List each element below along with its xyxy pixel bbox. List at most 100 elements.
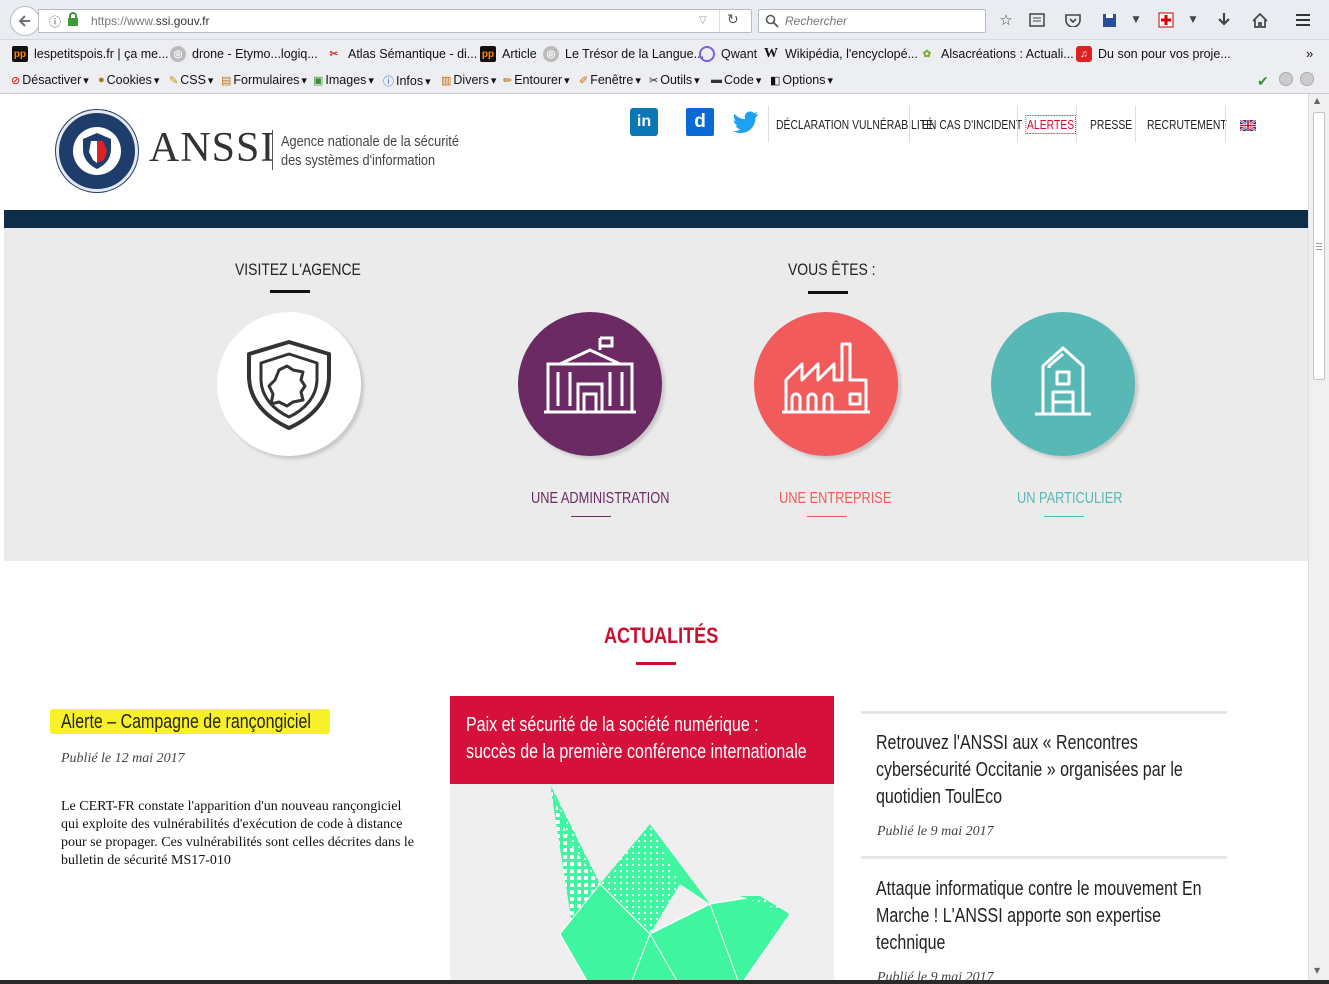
card-divider — [861, 711, 1227, 714]
nav-recrutement[interactable]: RECRUTEMENT — [1147, 106, 1247, 142]
reading-list-icon[interactable] — [1027, 10, 1047, 30]
brand-separator — [272, 130, 273, 170]
images-icon: ▣ — [313, 74, 324, 87]
padlock-icon[interactable] — [67, 12, 79, 29]
bookmark-item[interactable]: pp Article — [480, 46, 537, 62]
audience-particulier-label[interactable]: UN PARTICULIER — [1017, 490, 1149, 508]
uk-flag-icon[interactable] — [1239, 116, 1257, 135]
search-icon — [765, 13, 779, 32]
cookie-icon: ● — [98, 74, 105, 86]
first-aid-dropdown-icon[interactable]: ▼ — [1183, 10, 1203, 30]
featured-article-title[interactable]: Paix et sécurité de la société numérique… — [466, 712, 834, 766]
label-underline — [807, 516, 847, 517]
status-dot-icon[interactable] — [1279, 72, 1293, 86]
audience-administration-label[interactable]: UNE ADMINISTRATION — [531, 490, 704, 508]
webdev-menu-item[interactable]: ▬ Code ▾ — [711, 73, 761, 87]
code-icon: ▬ — [711, 74, 722, 86]
brand-tagline: Agence nationale de la sécurité des syst… — [281, 133, 459, 169]
bookmark-item[interactable]: ◎ drone - Etymo...logiq... — [170, 46, 318, 62]
pocket-icon[interactable] — [1063, 10, 1083, 30]
webdev-menu-item[interactable]: ● Cookies ▾ — [98, 73, 159, 87]
webdev-menu-item[interactable]: ▤ Formulaires ▾ — [221, 73, 307, 87]
atlas-favicon-icon: ✂ — [329, 48, 339, 60]
news-heading-underline — [636, 662, 676, 665]
options-icon: ◧ — [770, 74, 781, 87]
qwant-favicon-icon — [699, 46, 715, 62]
side-article-title[interactable]: Retrouvez l'ANSSI aux « Rencontres cyber… — [876, 730, 1260, 811]
bookmarks-toolbar: pp lespetitspois.fr | ça me... ◎ drone - E… — [0, 41, 1329, 68]
window-bottom-border — [0, 980, 1329, 984]
bookmark-item[interactable]: ◎ Le Trésor de la Langue... — [543, 46, 704, 62]
factory-icon — [782, 342, 870, 414]
nav-separator — [1076, 106, 1077, 142]
pp-favicon-icon: pp — [12, 46, 28, 62]
webdev-menu-item[interactable]: ◧ Options ▾ — [770, 73, 833, 87]
scroll-up-icon[interactable]: ▲ — [1314, 96, 1320, 105]
webdev-menu-item[interactable]: ✎ CSS ▾ — [169, 73, 213, 87]
url-text[interactable]: https://www.ssi.gouv.fr — [91, 14, 209, 28]
save-icon[interactable] — [1099, 10, 1119, 30]
home-icon[interactable] — [1250, 10, 1270, 30]
dailymotion-icon[interactable]: d — [686, 108, 714, 136]
bookmark-item[interactable]: pp lespetitspois.fr | ça me... — [12, 46, 169, 62]
audience-entreprise-label[interactable]: UNE ENTREPRISE — [779, 490, 919, 508]
outline-pencil-icon: ✏ — [503, 74, 513, 87]
page-scrollbar[interactable]: ▲ ▼ — [1308, 94, 1329, 980]
alsacreations-favicon-icon: ✿ — [922, 48, 932, 60]
status-dot-icon[interactable] — [1300, 72, 1314, 86]
menu-hamburger-icon[interactable] — [1293, 10, 1313, 30]
audience-particulier-button[interactable] — [991, 312, 1135, 456]
bookmark-item[interactable]: ✂ Atlas Sémantique - di... — [326, 46, 477, 62]
anssi-seal-logo[interactable] — [56, 110, 138, 192]
visit-agency-title: VISITEZ L'AGENCE — [235, 260, 361, 279]
webdev-menu-item[interactable]: ✏ Entourer ▾ — [503, 73, 570, 87]
disable-icon: ⊘ — [11, 74, 21, 87]
webdev-menu-item[interactable]: ⊘ Désactiver ▾ — [11, 73, 89, 87]
bookmark-item[interactable]: ✿ Alsacréations : Actuali... — [919, 46, 1074, 62]
webdev-menu-item[interactable]: ▣ Images ▾ — [313, 73, 374, 87]
info-icon[interactable]: ⓘ — [49, 13, 61, 30]
globe-icon: ◎ — [543, 46, 559, 62]
tools-icon: ✂ — [649, 74, 659, 87]
wikipedia-favicon-icon: W — [764, 46, 778, 61]
brand-name[interactable]: ANSSI — [149, 124, 275, 172]
linkedin-icon[interactable]: in — [630, 108, 658, 136]
back-button[interactable] — [10, 6, 40, 36]
bookmark-item[interactable]: Qwant — [699, 46, 757, 62]
bookmark-star-icon[interactable]: ☆ — [996, 10, 1016, 30]
visit-agency-button[interactable] — [217, 312, 361, 456]
info-icon: ⓘ — [383, 76, 394, 88]
alert-article-date: Publié le 12 mai 2017 — [61, 751, 185, 766]
webdev-menu-item[interactable]: ✐ Fenêtre ▾ — [579, 73, 641, 87]
bookmark-item[interactable]: ♫ Du son pour vos proje... — [1076, 46, 1231, 62]
webdev-menu-item[interactable]: ✂ Outils ▾ — [649, 73, 700, 87]
globe-icon: ◎ — [170, 46, 186, 62]
nav-alertes[interactable]: ALERTES — [1025, 106, 1086, 142]
bookmarks-overflow-icon[interactable]: » — [1306, 46, 1313, 61]
webdev-menu-item[interactable]: ▥ Divers ▾ — [441, 73, 496, 87]
featured-article-card[interactable]: Paix et sécurité de la société numérique… — [450, 696, 834, 980]
save-dropdown-icon[interactable]: ▼ — [1126, 10, 1146, 30]
url-dropdown-icon[interactable]: ▽ — [699, 15, 707, 26]
audience-entreprise-button[interactable] — [754, 312, 898, 456]
first-aid-icon[interactable] — [1156, 10, 1176, 30]
side-article-title[interactable]: Attaque informatique contre le mouvement… — [876, 876, 1283, 957]
card-divider — [861, 856, 1227, 859]
reload-icon[interactable]: ↻ — [727, 12, 739, 28]
bookmark-item[interactable]: W Wikipédia, l'encyclopé... — [763, 46, 918, 62]
you-are-title: VOUS ÊTES : — [788, 260, 876, 279]
audience-administration-button[interactable] — [518, 312, 662, 456]
download-icon[interactable] — [1214, 10, 1234, 30]
alert-article-title[interactable]: Alerte – Campagne de rançongiciel — [61, 711, 373, 734]
twitter-icon[interactable] — [732, 108, 760, 136]
scroll-down-icon[interactable]: ▼ — [1314, 966, 1320, 975]
house-icon — [1035, 346, 1091, 416]
url-divider — [719, 10, 720, 32]
validation-ok-icon[interactable]: ✔ — [1257, 73, 1269, 90]
scrollbar-thumb[interactable] — [1313, 112, 1325, 380]
url-bar[interactable]: ⓘ https://www.ssi.gouv.fr ▽ ↻ — [38, 9, 752, 33]
shield-france-icon — [247, 340, 331, 430]
webdev-menu-item[interactable]: ⓘ Infos ▾ — [383, 73, 431, 89]
ruler-icon: ✐ — [579, 74, 589, 87]
search-bar[interactable]: Rechercher — [758, 9, 986, 33]
